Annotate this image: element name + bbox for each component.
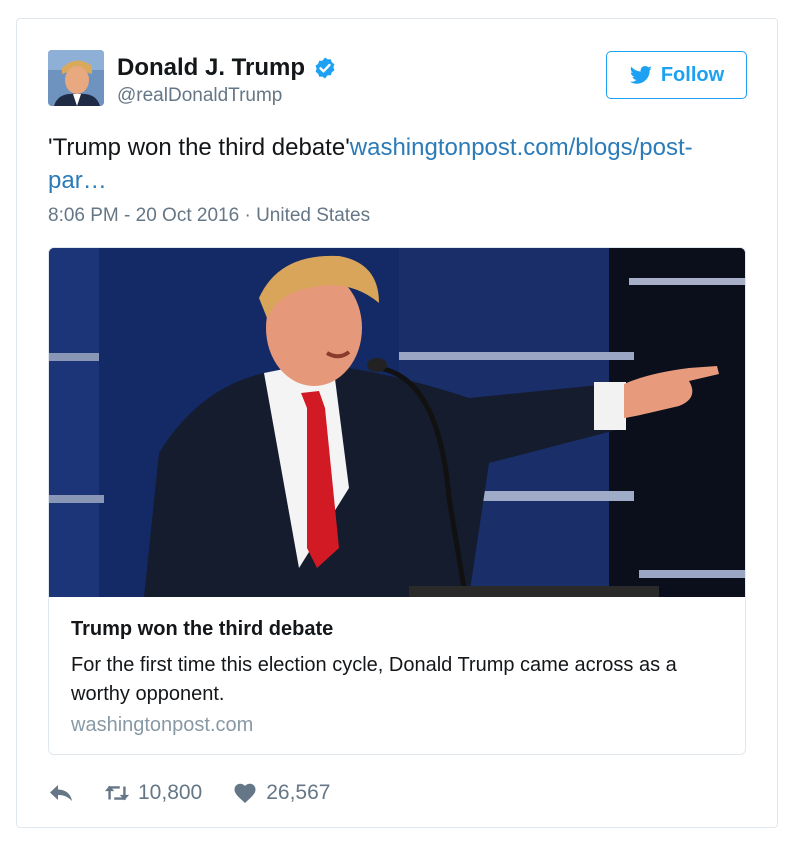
- timestamp[interactable]: 8:06 PM - 20 Oct 2016: [48, 205, 239, 226]
- avatar[interactable]: [48, 50, 104, 106]
- card-image: [49, 248, 745, 597]
- avatar-image: [48, 50, 104, 106]
- tweet-text: 'Trump won the third debate'washingtonpo…: [48, 131, 728, 197]
- twitter-bird-icon: [629, 66, 652, 84]
- reply-icon: [50, 785, 72, 801]
- user-handle[interactable]: @realDonaldTrump: [117, 85, 282, 107]
- meta-separator: ·: [244, 205, 251, 226]
- display-name[interactable]: Donald J. Trump: [117, 54, 337, 82]
- retweet-icon: [104, 785, 130, 801]
- tweet-link-line1: washingtonpost.com/blogs/post-: [349, 134, 693, 161]
- heart-icon: [234, 783, 256, 803]
- link-card[interactable]: Trump won the third debate For the first…: [48, 247, 746, 755]
- tweet-meta: 8:06 PM - 20 Oct 2016 · United States: [48, 205, 370, 227]
- card-domain: washingtonpost.com: [71, 714, 254, 736]
- verified-badge-icon: [315, 57, 335, 79]
- location[interactable]: United States: [256, 205, 370, 226]
- tweet-text-body: 'Trump won the third debate': [48, 134, 350, 161]
- like-count: 26,567: [266, 781, 331, 804]
- follow-label: Follow: [660, 63, 725, 86]
- reply-button[interactable]: [48, 782, 74, 804]
- like-button[interactable]: 26,567: [232, 781, 330, 805]
- follow-button[interactable]: Follow: [606, 51, 747, 99]
- tweet-actions: 10,800 26,567: [48, 777, 330, 809]
- tweet-card: Donald J. Trump @realDonaldTrump Follow …: [16, 18, 778, 828]
- retweet-count: 10,800: [138, 781, 203, 804]
- retweet-button[interactable]: 10,800: [104, 781, 202, 805]
- card-title[interactable]: Trump won the third debate: [71, 618, 333, 641]
- card-description: For the first time this election cycle, …: [71, 654, 677, 705]
- display-name-text: Donald J. Trump: [117, 54, 306, 81]
- tweet-link-line2: par…: [48, 167, 107, 194]
